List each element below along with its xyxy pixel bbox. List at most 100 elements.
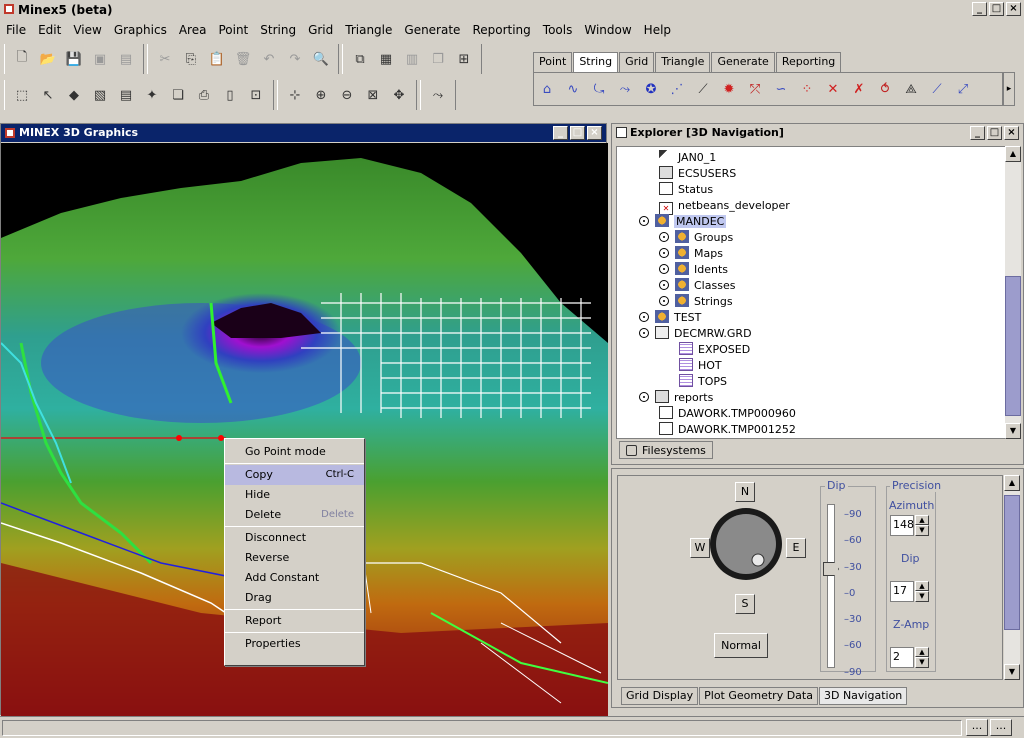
tree-node[interactable]: Maps [659,246,723,262]
zoom-window-icon[interactable]: ⊠ [362,84,384,106]
navigation-scrollbar[interactable]: ▲ ▼ [1004,475,1020,680]
redo-icon[interactable]: ↷ [284,48,306,70]
ctx-properties[interactable]: Properties [225,634,364,654]
menu-string[interactable]: String [254,23,302,37]
menu-generate[interactable]: Generate [398,23,466,37]
tab-grid[interactable]: Grid [619,52,655,72]
explorer-minimize-button[interactable]: _ [970,126,985,140]
string-tool-16-icon[interactable]: ⟋ [926,78,948,100]
paste-icon[interactable]: 📋 [206,48,228,70]
scroll-thumb[interactable] [1005,276,1021,416]
delete-icon[interactable]: 🗑 [232,48,254,70]
string-tool-12-icon[interactable]: ✕ [822,78,844,100]
spin-down-icon[interactable]: ▼ [915,525,929,536]
compass-south-button[interactable]: S [735,594,755,614]
tab-generate[interactable]: Generate [711,52,775,72]
tree-node[interactable]: DAWORK.TMP001252 [659,422,796,438]
filesystems-tab[interactable]: Filesystems [619,441,713,459]
zamp-input[interactable]: 2 [890,647,914,668]
table-icon[interactable]: ▤ [115,84,137,106]
tab-string[interactable]: String [573,52,619,72]
compass-west-button[interactable]: W [690,538,710,558]
tree-node[interactable]: DECMRW.GRD [639,326,752,342]
string-tool-8-icon[interactable]: ✹ [718,78,740,100]
string-tool-11-icon[interactable]: ⁘ [796,78,818,100]
tree-node[interactable]: MANDEC [639,214,727,230]
string-tool-7-icon[interactable]: ⟋ [692,78,714,100]
print-icon[interactable]: ⎙ [193,84,215,106]
ctx-reverse[interactable]: Reverse [225,548,364,568]
scroll-down-icon[interactable]: ▼ [1005,423,1021,439]
tree-node[interactable]: reports [639,390,713,406]
scroll-up-icon[interactable]: ▲ [1005,146,1021,162]
light-icon[interactable]: ✦ [141,84,163,106]
graphics-minimize-button[interactable]: _ [553,126,568,140]
tree-node[interactable]: HOT [679,358,722,374]
ctx-report[interactable]: Report [225,611,364,631]
tree-toggle-icon[interactable] [659,232,669,242]
arrange-icon[interactable]: ⊞ [453,48,475,70]
tab-grid-display[interactable]: Grid Display [621,687,699,705]
string-tool-14-icon[interactable]: ⥀ [874,78,896,100]
tree-toggle-icon[interactable] [639,328,649,338]
zoom-out-icon[interactable]: ⊖ [336,84,358,106]
tree-node[interactable]: Status [659,182,713,198]
tree-toggle-icon[interactable] [639,312,649,322]
string-tool-9-icon[interactable]: ⤱ [744,78,766,100]
menu-grid[interactable]: Grid [302,23,339,37]
save-icon[interactable]: 💾 [63,48,85,70]
menu-view[interactable]: View [67,23,107,37]
maximize-button[interactable]: □ [989,2,1004,16]
properties-icon[interactable]: ▤ [115,48,137,70]
open-icon[interactable]: 📂 [37,48,59,70]
menu-reporting[interactable]: Reporting [466,23,536,37]
tree-node[interactable]: TEST [639,310,701,326]
dip-spinner[interactable]: ▲ ▼ [915,581,929,602]
string-tool-2-icon[interactable]: ∿ [562,78,584,100]
dip-slider-track[interactable] [827,504,835,668]
menu-area[interactable]: Area [173,23,213,37]
tab-reporting[interactable]: Reporting [775,52,842,72]
tree-toggle-icon[interactable] [639,392,649,402]
zoom-in-icon[interactable]: ⊕ [310,84,332,106]
menu-point[interactable]: Point [212,23,254,37]
tile-icon[interactable]: ▥ [401,48,423,70]
tree-node[interactable]: Classes [659,278,735,294]
ctx-hide[interactable]: Hide [225,485,364,505]
compass-east-button[interactable]: E [786,538,806,558]
tree-node[interactable]: JAN0_1 [659,150,716,166]
tree-node[interactable]: ECSUSERS [659,166,736,182]
string-tool-17-icon[interactable]: ⤢ [952,78,974,100]
tree-toggle-icon[interactable] [659,280,669,290]
capture-icon[interactable]: ⊡ [245,84,267,106]
ctx-drag[interactable]: Drag [225,588,364,608]
ctx-add-constant[interactable]: Add Constant [225,568,364,588]
find-icon[interactable]: 🔍 [310,48,332,70]
save-all-icon[interactable]: ▣ [89,48,111,70]
string-tool-15-icon[interactable]: ⟁ [900,78,922,100]
new-icon[interactable]: 🗋 [11,48,33,70]
ctx-disconnect[interactable]: Disconnect [225,528,364,548]
spin-up-icon[interactable]: ▲ [915,581,929,591]
tree-node[interactable]: Idents [659,262,728,278]
pan-icon[interactable]: ✥ [388,84,410,106]
orientation-dial[interactable] [708,506,784,582]
tree-toggle-icon[interactable] [659,248,669,258]
spin-up-icon[interactable]: ▲ [915,515,929,525]
select-mode-icon[interactable]: ⤳ [427,84,449,106]
cut-icon[interactable]: ✂ [154,48,176,70]
zamp-spinner[interactable]: ▲ ▼ [915,647,929,668]
string-tool-6-icon[interactable]: ⋰ [666,78,688,100]
undo-icon[interactable]: ↶ [258,48,280,70]
string-tool-4-icon[interactable]: ⤳ [614,78,636,100]
explorer-close-button[interactable]: × [1004,126,1019,140]
string-tool-10-icon[interactable]: ∽ [770,78,792,100]
tree-node[interactable]: DAWORK.TMP000960 [659,406,796,422]
spin-down-icon[interactable]: ▼ [915,591,929,602]
tree-node[interactable]: ✕ netbeans_developer [659,198,790,215]
menu-edit[interactable]: Edit [32,23,67,37]
ctx-go-point-mode[interactable]: Go Point mode [225,442,364,462]
pointer-query-icon[interactable]: ↖ [37,84,59,106]
dip-input[interactable]: 17 [890,581,914,602]
tree-node[interactable]: Groups [659,230,733,246]
